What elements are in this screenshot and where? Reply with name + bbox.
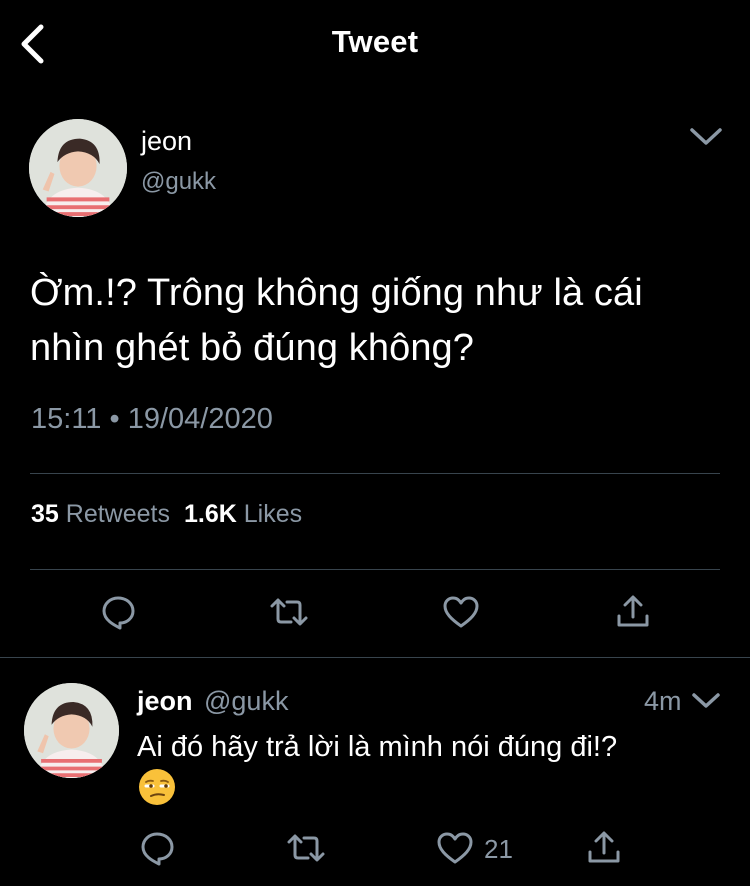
heart-outline-icon (437, 832, 473, 864)
tweet-text-line: Ờm.!? Trông không giống như là cái (30, 272, 643, 314)
reply-text: Ai đó hãy trả lời là mình nói đúng đi!? (137, 731, 618, 763)
section-divider (0, 657, 750, 658)
reply-share-button[interactable] (582, 826, 626, 870)
comment-bubble-icon (141, 832, 174, 866)
reply-avatar[interactable] (24, 683, 119, 778)
reply-author-name[interactable]: jeon (137, 686, 193, 717)
chevron-down-icon (692, 693, 720, 708)
share-upload-icon (617, 595, 649, 627)
tweet-text-line: nhìn ghét bỏ đúng không? (30, 327, 475, 369)
retweets-stat[interactable]: 35 Retweets (31, 500, 170, 528)
page-title: Tweet (331, 24, 419, 59)
reply-timestamp: 4m (644, 686, 682, 716)
profile-photo (24, 683, 119, 778)
author-name[interactable]: jeon (141, 126, 192, 157)
chevron-down-icon (690, 128, 722, 145)
avatar[interactable] (29, 119, 127, 217)
comment-bubble-icon (102, 596, 135, 630)
meta-separator: • (109, 403, 120, 435)
retweet-label: Retweets (65, 500, 170, 528)
divider (30, 473, 720, 474)
tweet-menu-button[interactable] (686, 122, 726, 152)
likes-stat[interactable]: 1.6K Likes (184, 500, 302, 528)
reply-reply-button[interactable] (135, 826, 179, 870)
like-count: 1.6K (183, 500, 237, 528)
like-button[interactable] (439, 590, 483, 634)
unamused-face-icon (137, 767, 177, 807)
reply-retweet-button[interactable] (284, 826, 328, 870)
retweet-count: 35 (31, 500, 59, 528)
reply-author-handle[interactable]: @gukk (204, 686, 288, 717)
share-upload-icon (588, 831, 620, 863)
divider (30, 569, 720, 570)
retweet-button[interactable] (267, 590, 311, 634)
retweet-arrows-icon (287, 834, 325, 862)
tweet-timestamp: 15:11 • 19/04/2020 (31, 403, 273, 436)
tweet-stats: 35 Retweets 1.6K Likes (31, 500, 302, 529)
like-label: Likes (243, 500, 303, 528)
tweet-time: 15:11 (31, 403, 102, 435)
reply-button[interactable] (96, 590, 140, 634)
heart-outline-icon (443, 596, 479, 628)
share-button[interactable] (611, 590, 655, 634)
tweet-date: 19/04/2020 (127, 403, 273, 435)
tweet-text: Ờm.!? Trông không giống như là cái nhìn … (30, 266, 720, 376)
retweet-arrows-icon (270, 598, 308, 626)
author-handle[interactable]: @gukk (141, 168, 216, 196)
reply-like-button[interactable] (433, 826, 477, 870)
reply-menu-button[interactable] (689, 686, 723, 714)
profile-photo (29, 119, 127, 217)
reply-like-count: 21 (484, 834, 513, 864)
